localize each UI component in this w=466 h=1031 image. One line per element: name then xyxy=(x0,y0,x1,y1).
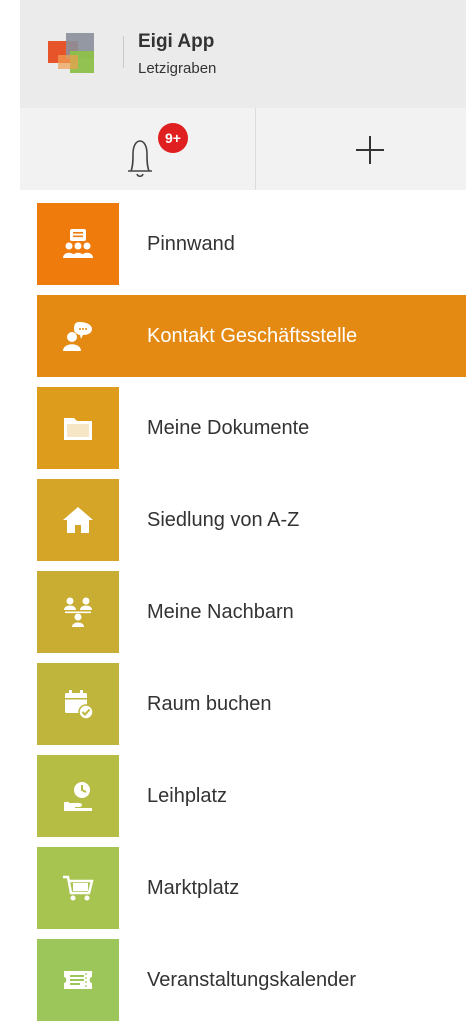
toolbar: 9+ xyxy=(20,108,466,190)
menu-tile xyxy=(37,847,119,929)
menu-tile xyxy=(37,295,119,377)
menu-item-label: Marktplatz xyxy=(147,877,240,899)
menu-item-label: Meine Dokumente xyxy=(147,417,310,439)
neighbors-icon xyxy=(64,597,92,627)
plus-icon xyxy=(356,136,384,164)
menu-item-label: Leihplatz xyxy=(147,785,228,807)
menu-item-label: Siedlung von A-Z xyxy=(147,509,300,531)
menu-item-label: Veranstaltungskalender xyxy=(147,969,357,991)
menu-item-label: Kontakt Geschäftsstelle xyxy=(147,325,358,347)
app-header: Eigi App Letzigraben xyxy=(20,0,466,108)
menu-item-marktplatz[interactable]: Marktplatz xyxy=(37,847,466,939)
menu-tile xyxy=(37,387,119,469)
menu-tile xyxy=(37,203,119,285)
home-icon xyxy=(63,507,93,533)
menu-item-kontakt-geschaeftsstelle[interactable]: Kontakt Geschäftsstelle xyxy=(37,295,466,387)
notifications-button[interactable]: 9+ xyxy=(100,116,188,182)
shopping-cart-icon xyxy=(63,875,94,901)
notification-badge: 9+ xyxy=(158,123,188,153)
logo-divider xyxy=(123,36,124,68)
lending-clock-icon xyxy=(64,782,92,811)
menu-tile xyxy=(37,663,119,745)
bulletin-board-icon xyxy=(63,229,93,258)
toolbar-divider xyxy=(255,108,256,190)
menu-item-label: Meine Nachbarn xyxy=(147,601,294,623)
menu-item-label: Raum buchen xyxy=(147,693,272,715)
menu-item-raum-buchen[interactable]: Raum buchen xyxy=(37,663,466,755)
menu-item-leihplatz[interactable]: Leihplatz xyxy=(37,755,466,847)
main-menu: Pinnwand Kontakt Geschäftsstelle Meine D… xyxy=(37,203,466,1031)
menu-item-siedlung-von-a-z[interactable]: Siedlung von A-Z xyxy=(37,479,466,571)
app-logo xyxy=(48,29,108,75)
menu-tile xyxy=(37,571,119,653)
folder-icon xyxy=(64,418,92,440)
menu-item-meine-dokumente[interactable]: Meine Dokumente xyxy=(37,387,466,479)
menu-tile xyxy=(37,479,119,561)
menu-tile xyxy=(37,939,119,1021)
app-name: Eigi App xyxy=(138,31,215,52)
menu-item-veranstaltungskalender[interactable]: Veranstaltungskalender xyxy=(37,939,466,1031)
contact-chat-icon xyxy=(63,322,92,351)
menu-tile xyxy=(37,755,119,837)
add-button[interactable] xyxy=(340,122,400,176)
menu-item-meine-nachbarn[interactable]: Meine Nachbarn xyxy=(37,571,466,663)
menu-item-pinnwand[interactable]: Pinnwand xyxy=(37,203,466,295)
calendar-check-icon xyxy=(65,690,94,720)
community-name: Letzigraben xyxy=(138,60,217,77)
ticket-icon xyxy=(64,971,92,989)
menu-item-label: Pinnwand xyxy=(147,233,235,255)
